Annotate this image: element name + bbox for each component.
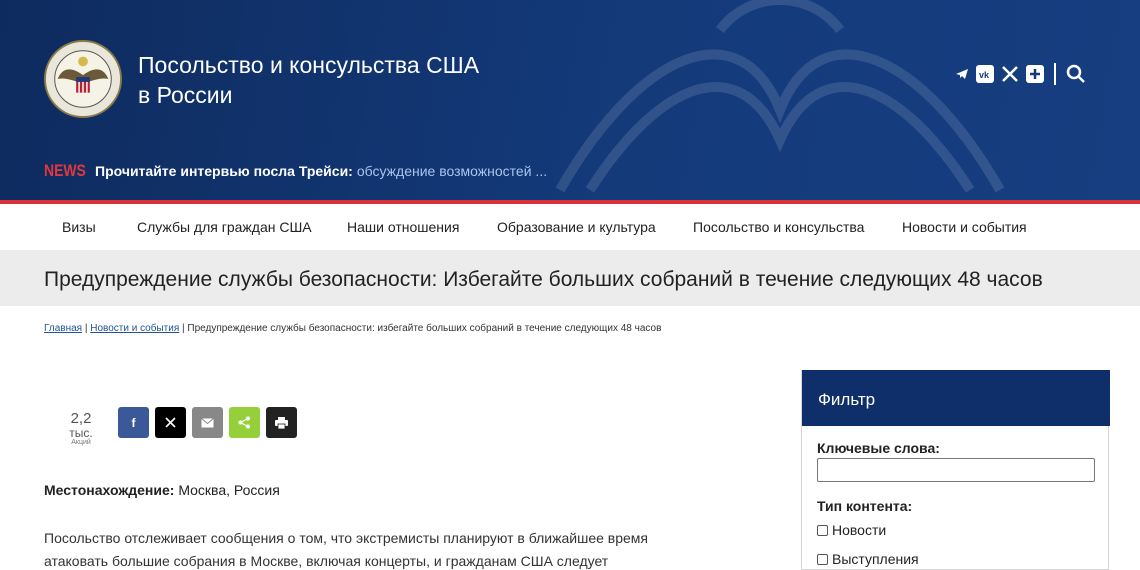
news-link[interactable]: обсуждение возможностей ...	[357, 163, 547, 179]
filter-panel: Фильтр Ключевые слова: Тип контента: Нов…	[801, 370, 1110, 570]
x-share-button[interactable]	[155, 407, 186, 438]
share-icon	[238, 416, 250, 429]
email-share-button[interactable]	[192, 407, 223, 438]
search-icon[interactable]	[1066, 64, 1086, 84]
email-icon	[201, 417, 214, 427]
filter-option-label: Новости	[832, 522, 887, 538]
filter-option-speeches[interactable]: Выступления	[817, 551, 919, 567]
breadcrumb-news[interactable]: Новости и события	[90, 323, 179, 334]
filter-option-label: Выступления	[832, 551, 919, 567]
vk-icon[interactable]: vk	[976, 65, 994, 83]
share-buttons: f	[118, 407, 297, 438]
breadcrumb-home[interactable]: Главная	[44, 323, 82, 334]
nav-item-education-culture[interactable]: Образование и культура	[497, 219, 656, 235]
facebook-share-button[interactable]: f	[118, 407, 149, 438]
article-body-line: атаковать большие собрания в Москве, вкл…	[44, 553, 609, 569]
breadcrumb: Главная | Новости и события | Предупрежд…	[44, 323, 661, 334]
keywords-input[interactable]	[817, 458, 1095, 482]
nav-item-news-events[interactable]: Новости и события	[902, 219, 1027, 235]
site-title-line2: в России	[138, 82, 233, 108]
nav-item-embassy-consulates[interactable]: Посольство и консульства	[693, 219, 864, 235]
breadcrumb-current: Предупреждение службы безопасности: избе…	[187, 323, 662, 334]
share-count-unit: тыс.	[69, 426, 93, 440]
department-seal-icon[interactable]	[44, 40, 122, 118]
share-count-label: Акций	[71, 439, 91, 446]
social-divider	[1054, 63, 1056, 85]
title-band: Предупреждение службы безопасности: Избе…	[0, 250, 1140, 306]
news-headline[interactable]: Прочитайте интервью посла Трейси:	[95, 163, 353, 179]
social-icons: vk	[955, 62, 1086, 86]
share-count-number: 2,2	[70, 410, 92, 427]
facebook-icon: f	[131, 415, 136, 430]
nav-item-citizen-services[interactable]: Службы для граждан США	[137, 219, 312, 235]
main-nav: Визы Службы для граждан США Наши отношен…	[0, 204, 1140, 250]
sharethis-share-button[interactable]	[229, 407, 260, 438]
plus-icon[interactable]	[1026, 65, 1044, 83]
site-header: Посольство и консульства США в России vk…	[0, 0, 1140, 200]
keywords-label: Ключевые слова:	[817, 440, 940, 456]
filter-option-news[interactable]: Новости	[817, 522, 886, 538]
breadcrumb-separator: |	[82, 323, 91, 334]
location-label: Местонахождение:	[44, 482, 175, 498]
share-count: 2,2 тыс. Акций	[62, 411, 100, 447]
page-title: Предупреждение службы безопасности: Избе…	[44, 268, 1043, 291]
news-ticker: NEWS Прочитайте интервью посла Трейси: о…	[44, 160, 547, 182]
eagle-watermark-icon	[555, 0, 1005, 193]
print-share-button[interactable]	[266, 407, 297, 438]
filter-title: Фильтр	[818, 390, 876, 409]
print-icon	[275, 416, 288, 429]
x-icon[interactable]	[1001, 65, 1019, 83]
site-title[interactable]: Посольство и консульства США в России	[138, 50, 479, 110]
filter-header: Фильтр	[802, 370, 1110, 426]
content-type-label: Тип контента:	[817, 498, 913, 514]
article-body-line: Посольство отслеживает сообщения о том, …	[44, 530, 649, 546]
article-location: Местонахождение: Москва, Россия	[44, 482, 280, 498]
nav-item-relations[interactable]: Наши отношения	[347, 219, 459, 235]
checkbox[interactable]	[817, 553, 828, 565]
location-value: Москва, Россия	[174, 482, 280, 498]
checkbox[interactable]	[817, 524, 828, 536]
svg-text:vk: vk	[979, 70, 990, 80]
news-label: NEWS	[44, 161, 86, 180]
x-icon	[165, 417, 176, 428]
nav-item-visas[interactable]: Визы	[62, 219, 96, 235]
telegram-icon[interactable]	[955, 67, 969, 81]
site-title-line1: Посольство и консульства США	[138, 52, 480, 78]
article-body: Посольство отслеживает сообщения о том, …	[44, 527, 734, 570]
